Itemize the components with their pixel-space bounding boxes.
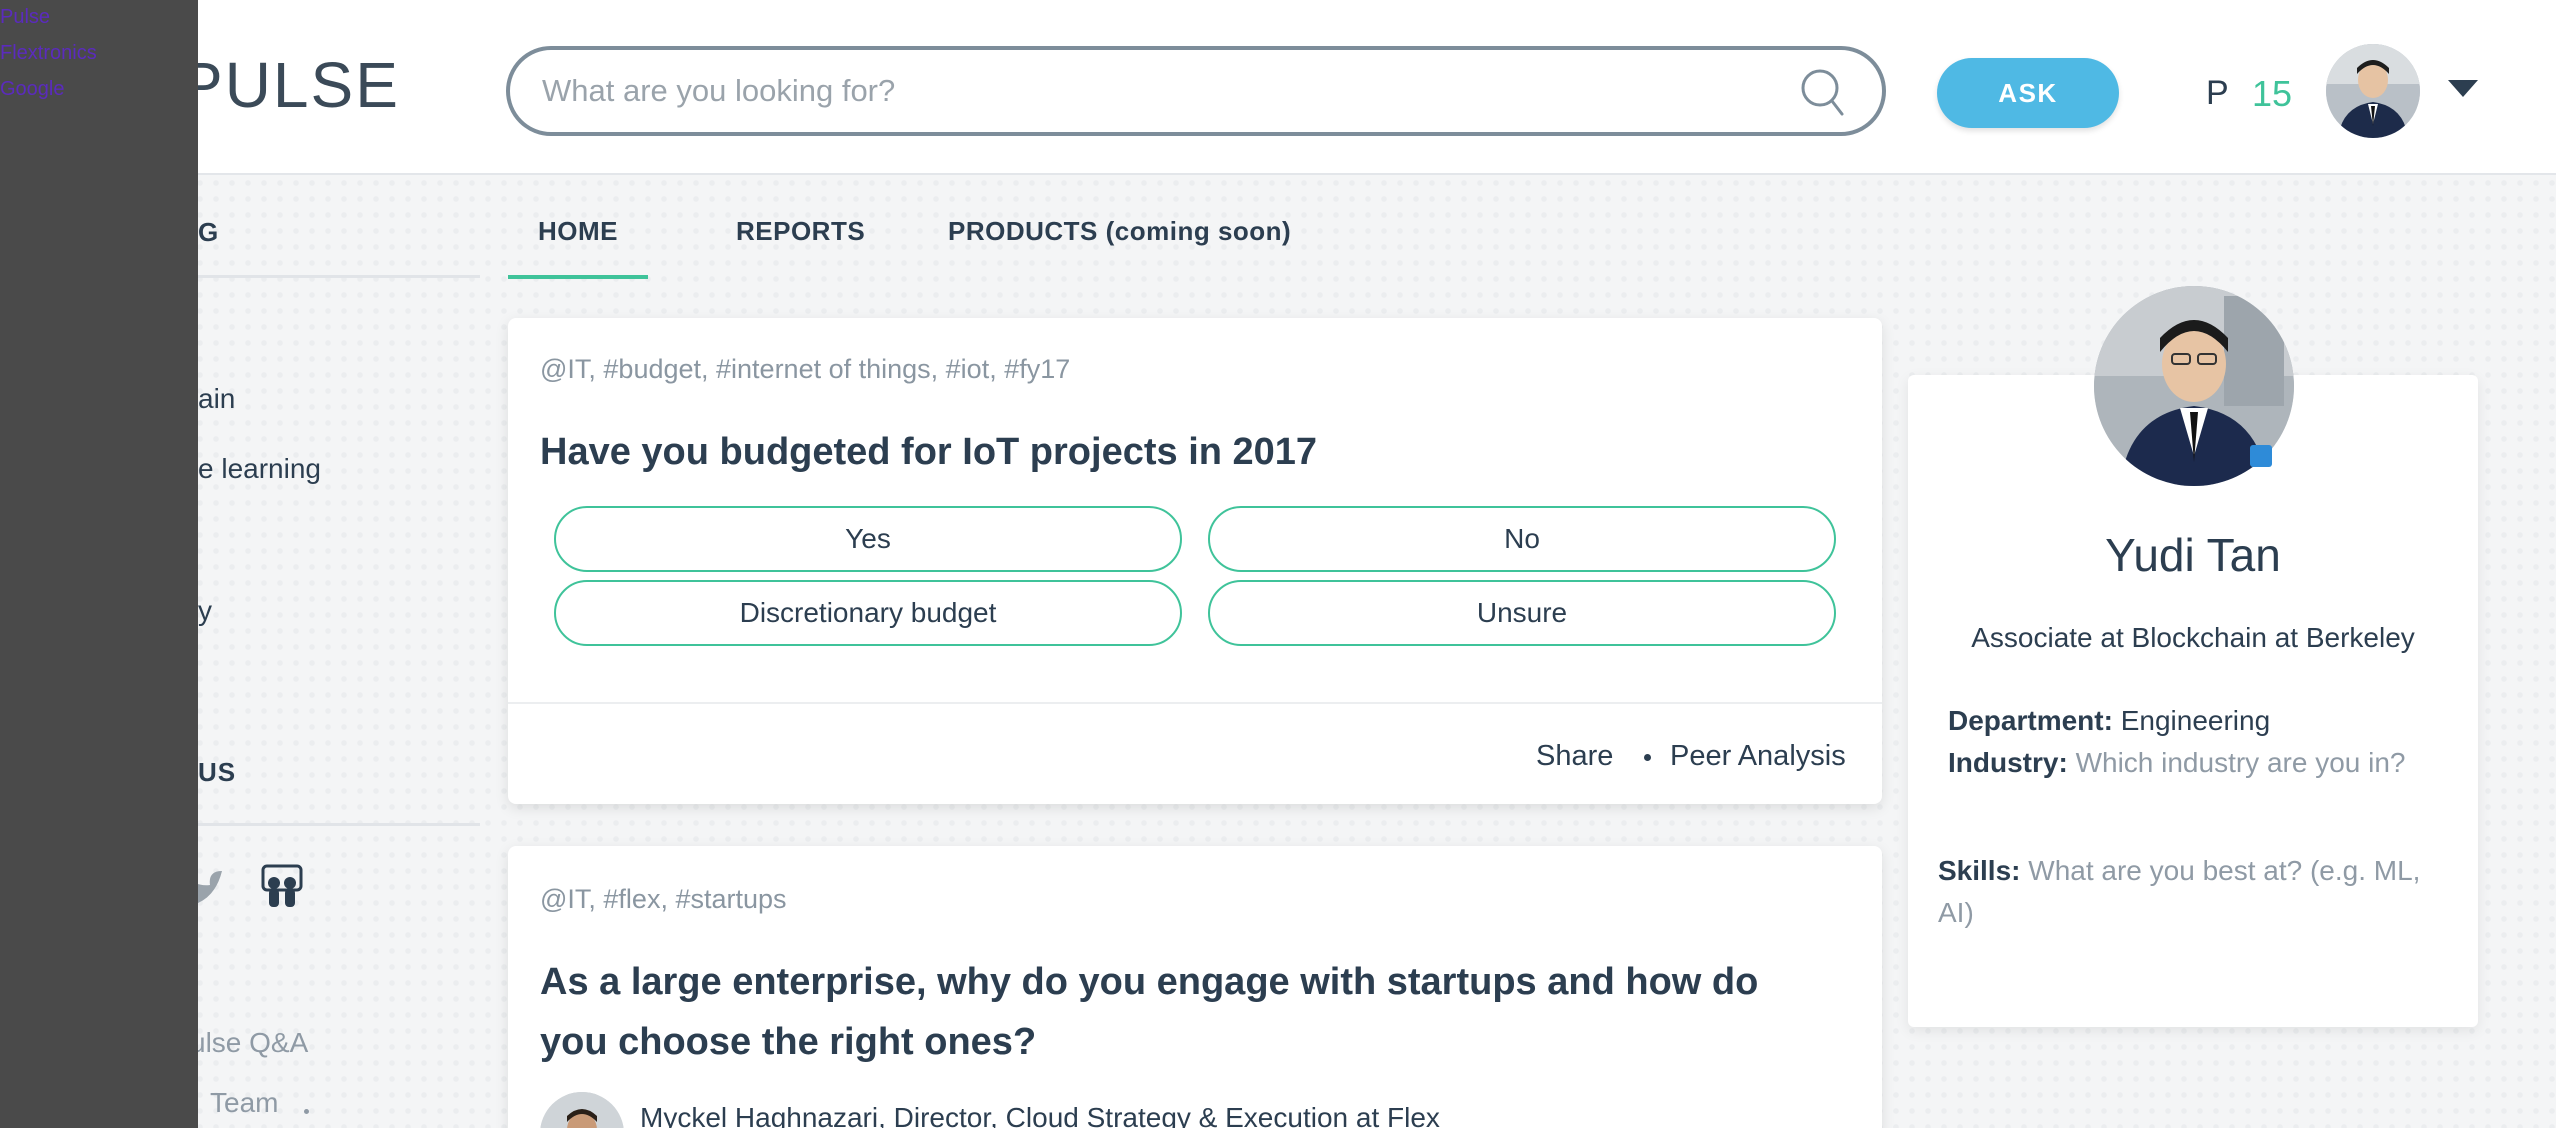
poll-option-no[interactable]: No: [1208, 506, 1836, 572]
sidebar-item-blockchain[interactable]: ain: [198, 383, 235, 415]
profile-title: Associate at Blockchain at Berkeley: [1971, 622, 2415, 653]
profile-department[interactable]: Department: Engineering: [1948, 700, 2270, 742]
profile-industry[interactable]: Industry: Which industry are you in?: [1948, 742, 2406, 784]
question-card: @IT, #flex, #startups As a large enterpr…: [508, 846, 1882, 1128]
card-question[interactable]: Have you budgeted for IoT projects in 20…: [540, 422, 1317, 482]
tab-products[interactable]: PRODUCTS (coming soon): [948, 216, 1291, 247]
chevron-down-icon[interactable]: [2448, 80, 2478, 97]
peer-analysis-button[interactable]: Peer Analysis: [1670, 740, 1846, 773]
profile-name: Yudi Tan: [2105, 529, 2281, 581]
overlay-link-google[interactable]: Google: [0, 78, 65, 101]
ask-button[interactable]: ASK: [1937, 58, 2119, 128]
skills-placeholder[interactable]: What are you best at? (e.g. ML,: [2028, 855, 2420, 886]
poll-option-unsure[interactable]: Unsure: [1208, 580, 1836, 646]
department-label: Department:: [1948, 705, 2113, 736]
user-avatar[interactable]: [2326, 44, 2420, 138]
card-question-line2[interactable]: you choose the right ones?: [540, 1012, 1036, 1072]
poll-option-yes[interactable]: Yes: [554, 506, 1182, 572]
search-icon[interactable]: [1800, 68, 1844, 118]
poll-card: @IT, #budget, #internet of things, #iot,…: [508, 318, 1882, 804]
overlay-link-pulse[interactable]: Pulse: [0, 6, 50, 29]
overlay-link-flextronics[interactable]: Flextronics: [0, 42, 97, 65]
card-question-line1[interactable]: As a large enterprise, why do you engage…: [540, 952, 1758, 1012]
card-divider: [508, 702, 1882, 704]
sidebar-heading-trending: G: [198, 217, 220, 247]
overlay-panel: Pulse Flextronics Google: [0, 0, 198, 1128]
tab-reports[interactable]: REPORTS: [736, 216, 865, 247]
points-icon: P: [2206, 74, 2229, 112]
sidebar-item-machine-learning[interactable]: e learning: [198, 453, 321, 485]
poll-option-discretionary[interactable]: Discretionary budget: [554, 580, 1182, 646]
user-avatar-photo: [2326, 44, 2420, 138]
sidebar-item-security[interactable]: y: [198, 595, 212, 627]
footer-link-pulse-qa[interactable]: ulse Q&A: [190, 1027, 308, 1059]
card-tags[interactable]: @IT, #flex, #startups: [540, 884, 787, 915]
linkedin-icon[interactable]: [2250, 445, 2272, 467]
top-header: PULSE ASK P 15: [0, 0, 2556, 175]
pulse-logo[interactable]: PULSE: [180, 48, 400, 122]
profile-skills[interactable]: Skills: What are you best at? (e.g. ML,: [1938, 850, 2420, 892]
search-bar[interactable]: [506, 46, 1886, 136]
points-count: 15: [2252, 73, 2293, 114]
sidebar-heading-follow-us: US: [198, 757, 237, 787]
skills-label: Skills:: [1938, 855, 2021, 886]
author-avatar-photo: [540, 1092, 624, 1128]
skills-placeholder-continued[interactable]: AI): [1938, 897, 1974, 928]
card-tags[interactable]: @IT, #budget, #internet of things, #iot,…: [540, 354, 1070, 385]
footer-separator: [304, 1109, 309, 1114]
department-value: Engineering: [2120, 705, 2271, 736]
industry-label: Industry:: [1948, 747, 2068, 778]
industry-placeholder[interactable]: Which industry are you in?: [2076, 747, 2406, 778]
active-tab-indicator: [508, 275, 648, 279]
profile-skills-continued[interactable]: AI): [1938, 892, 1974, 934]
tab-home[interactable]: HOME: [538, 216, 618, 247]
slideshare-icon[interactable]: [260, 863, 304, 911]
action-separator: [1644, 754, 1651, 761]
author-avatar[interactable]: [540, 1092, 624, 1128]
search-input[interactable]: [542, 64, 1782, 118]
share-button[interactable]: Share: [1536, 740, 1613, 773]
footer-link-team[interactable]: Team: [210, 1087, 278, 1119]
author-name[interactable]: Myckel Haghnazari, Director, Cloud Strat…: [640, 1102, 1440, 1128]
